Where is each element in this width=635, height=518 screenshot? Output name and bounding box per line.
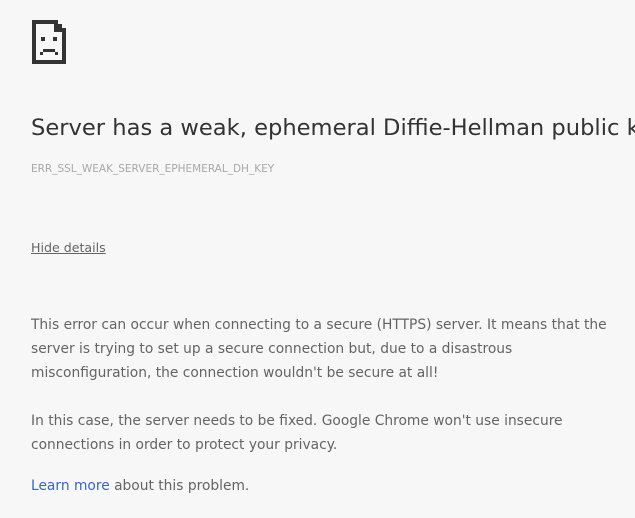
details-text: This error can occur when connecting to … [31, 313, 629, 457]
page-title: Server has a weak, ephemeral Diffie-Hell… [31, 115, 635, 141]
learn-more-line: Learn more about this problem. [31, 475, 249, 497]
learn-more-link[interactable]: Learn more [31, 478, 110, 494]
details-paragraph: In this case, the server needs to be fix… [31, 409, 629, 457]
error-code: ERR_SSL_WEAK_SERVER_EPHEMERAL_DH_KEY [31, 163, 275, 175]
details-paragraph-text: In this case, the server needs to be fix… [31, 413, 563, 453]
hide-details-button[interactable]: Hide details [31, 239, 106, 257]
learn-more-trailing-text: about this problem. [109, 478, 250, 494]
details-paragraph: This error can occur when connecting to … [31, 317, 607, 381]
sad-page-icon [32, 20, 66, 64]
